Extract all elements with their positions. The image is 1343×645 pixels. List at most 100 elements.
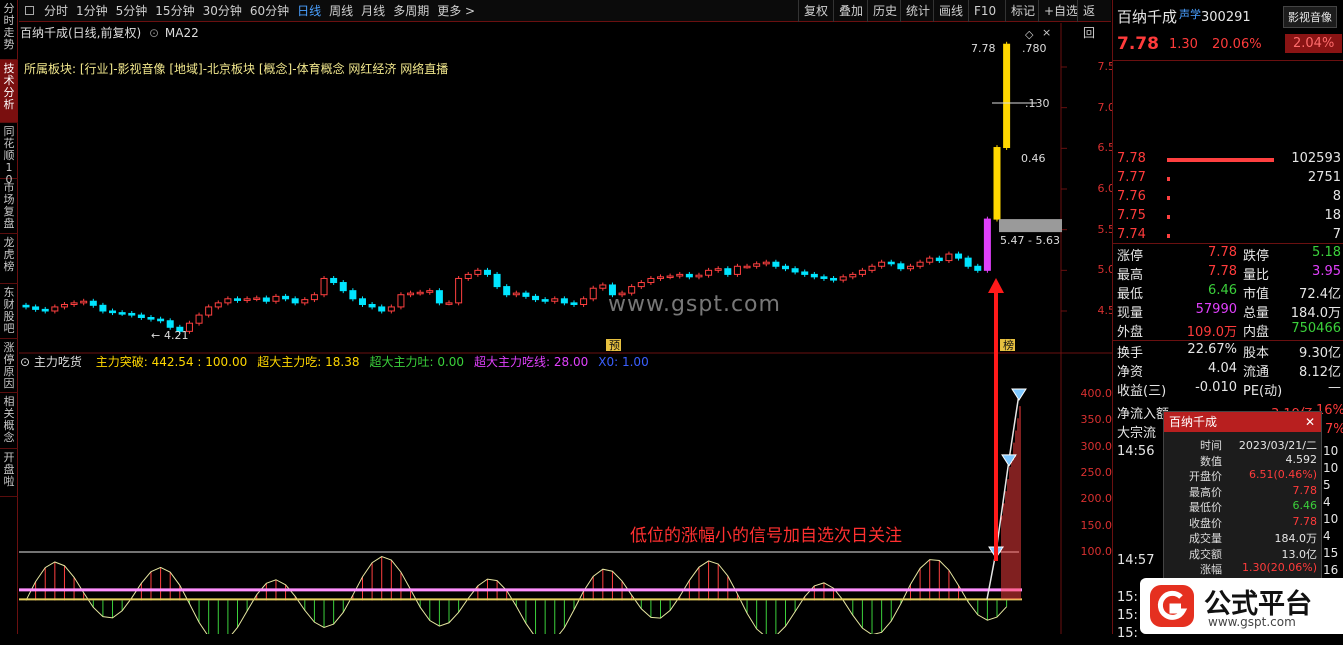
- level-label: .130: [1025, 97, 1050, 110]
- candle-body: [733, 265, 741, 275]
- tab-4[interactable]: 龙虎榜: [0, 234, 18, 284]
- tick-volume: 15: [1323, 546, 1339, 560]
- candle-body: [666, 275, 674, 279]
- tab-7[interactable]: 相关概念: [0, 393, 18, 449]
- period-9[interactable]: 多周期: [389, 0, 433, 22]
- stat-v2: 184.0万: [1290, 306, 1341, 321]
- stat-k1: 收益(三): [1117, 384, 1167, 399]
- chevron-down-icon[interactable]: ⊙: [149, 26, 159, 40]
- indicator-tick-label: 250.0: [1080, 466, 1113, 479]
- stat-k2: 内盘: [1243, 325, 1270, 340]
- tab-6[interactable]: 涨停原因: [0, 339, 18, 393]
- candle-body: [743, 265, 751, 269]
- tab-0[interactable]: 分时走势: [0, 0, 18, 60]
- candle-body: [157, 318, 165, 322]
- period-5[interactable]: 60分钟: [246, 0, 293, 22]
- period-7[interactable]: 周线: [325, 0, 357, 22]
- toolbar-btn-2[interactable]: 历史: [867, 0, 902, 22]
- toolbar-btn-8[interactable]: 返回: [1077, 0, 1111, 40]
- stat-k1: 最高: [1117, 268, 1144, 283]
- candle-body: [282, 295, 290, 300]
- candle-body: [464, 273, 472, 279]
- chart-title: 百纳千成(日线,前复权): [20, 26, 142, 40]
- stat-k2: 流通: [1243, 365, 1270, 380]
- period-3[interactable]: 15分钟: [151, 0, 198, 22]
- stat-k2: 股本: [1243, 346, 1270, 361]
- stat-k1: 涨停: [1117, 249, 1144, 264]
- tooltip-title: 百纳千成: [1169, 415, 1218, 429]
- tooltip-row: 涨幅 1.30(20.06%): [1164, 561, 1323, 576]
- toolbar-btn-5[interactable]: F10: [968, 0, 1001, 22]
- watermark: www.gspt.com: [608, 292, 781, 317]
- period-toolbar: 分时 1分钟 5分钟 15分钟 30分钟 60分钟 日线 周线 月线 多周期 更多 > 复权 叠加 历史统…: [19, 0, 1111, 40]
- tab-8[interactable]: 开盘啦: [0, 449, 18, 497]
- diamond-icon[interactable]: ◇: [1025, 28, 1033, 41]
- candle-body: [416, 291, 424, 295]
- candle-body: [349, 290, 357, 300]
- period-8[interactable]: 月线: [357, 0, 389, 22]
- tab-1[interactable]: 技术分析: [0, 60, 18, 123]
- candle-body: [830, 277, 838, 281]
- tab-5[interactable]: 东财股吧: [0, 284, 18, 339]
- order-book-row: 7.78 102593: [1113, 151, 1343, 170]
- sector-button[interactable]: 影视音像: [1283, 6, 1337, 28]
- candle-body: [330, 277, 338, 284]
- toolbar-btn-0[interactable]: 复权: [798, 0, 833, 22]
- arrow-up-icon: [988, 278, 1004, 293]
- toolbar-btn-3[interactable]: 统计: [900, 0, 935, 22]
- toolbar-btn-4[interactable]: 画线: [933, 0, 968, 22]
- period-4[interactable]: 30分钟: [199, 0, 246, 22]
- candle-body: [128, 312, 136, 316]
- high-label: 7.78: [971, 42, 996, 55]
- stat-row: 换手 22.67% 股本 9.30亿: [1113, 342, 1343, 361]
- range-box: [999, 219, 1062, 233]
- tick-volume: 10: [1323, 461, 1339, 475]
- indicator-legend: ⊙ 主力吃货 主力突破: 442.54 : 100.00 超大主力吃: 18.38…: [20, 353, 649, 370]
- tab-char: 盘: [3, 217, 15, 230]
- stat-k2: 跌停: [1243, 249, 1270, 264]
- toolbar-btn-1[interactable]: 叠加: [833, 0, 868, 22]
- candle-body: [445, 302, 453, 305]
- candle-body: [599, 284, 607, 289]
- tab-3[interactable]: 市场复盘: [0, 179, 18, 234]
- candle-body: [147, 317, 155, 320]
- close-icon[interactable]: ×: [1042, 26, 1051, 39]
- period-6[interactable]: 日线: [293, 0, 325, 22]
- period-2[interactable]: 5分钟: [112, 0, 152, 22]
- order-book-row: 7.76 8: [1113, 189, 1343, 208]
- period-1[interactable]: 1分钟: [72, 0, 112, 22]
- stat-k2: 市值: [1243, 287, 1270, 302]
- candle-body: [272, 295, 280, 302]
- tab-2[interactable]: 同花顺10: [0, 123, 18, 186]
- checkbox-icon[interactable]: [25, 6, 34, 15]
- chevron-down-icon[interactable]: ⊙: [20, 355, 30, 369]
- close-icon[interactable]: ✕: [1305, 412, 1315, 432]
- candle-body: [551, 298, 559, 302]
- candle-body: [762, 261, 770, 265]
- period-0[interactable]: 分时: [40, 0, 72, 22]
- stat-row: 最高 7.78 量比 3.95: [1113, 264, 1343, 283]
- book-volume: 8: [1332, 189, 1341, 204]
- tick-volume: 4: [1323, 495, 1331, 509]
- tooltip-row: 开盘价 6.51(0.46%): [1164, 468, 1323, 483]
- tab-char: 念: [3, 431, 15, 444]
- candle-body: [791, 268, 799, 273]
- tooltip-key: 收盘价: [1189, 516, 1222, 530]
- candle-body: [166, 320, 174, 328]
- candle-body: [878, 261, 886, 267]
- toolbar-btn-6[interactable]: 标记: [1005, 0, 1040, 22]
- tooltip-key: 开盘价: [1189, 470, 1222, 483]
- indicator-tick-label: 300.0: [1080, 439, 1113, 453]
- tab-char: 榜: [3, 260, 15, 273]
- period-10[interactable]: 更多 >: [433, 0, 479, 22]
- indicator-item: 主力突破: 442.54 : 100.00: [95, 355, 248, 369]
- candle-body: [926, 257, 934, 263]
- diamond-icon: [1011, 388, 1027, 401]
- stat-v1: 7.78: [1208, 245, 1237, 260]
- tooltip-value: 184.0万: [1274, 532, 1318, 545]
- signal-note: 低位的涨幅小的信号加自选次日关注: [630, 526, 902, 546]
- tooltip-row: 数值 4.592: [1164, 453, 1323, 468]
- tooltip-row: 最低价 6.46: [1164, 499, 1323, 514]
- stat-k2: 量比: [1243, 268, 1270, 283]
- forecast-marker: 预: [609, 339, 620, 352]
